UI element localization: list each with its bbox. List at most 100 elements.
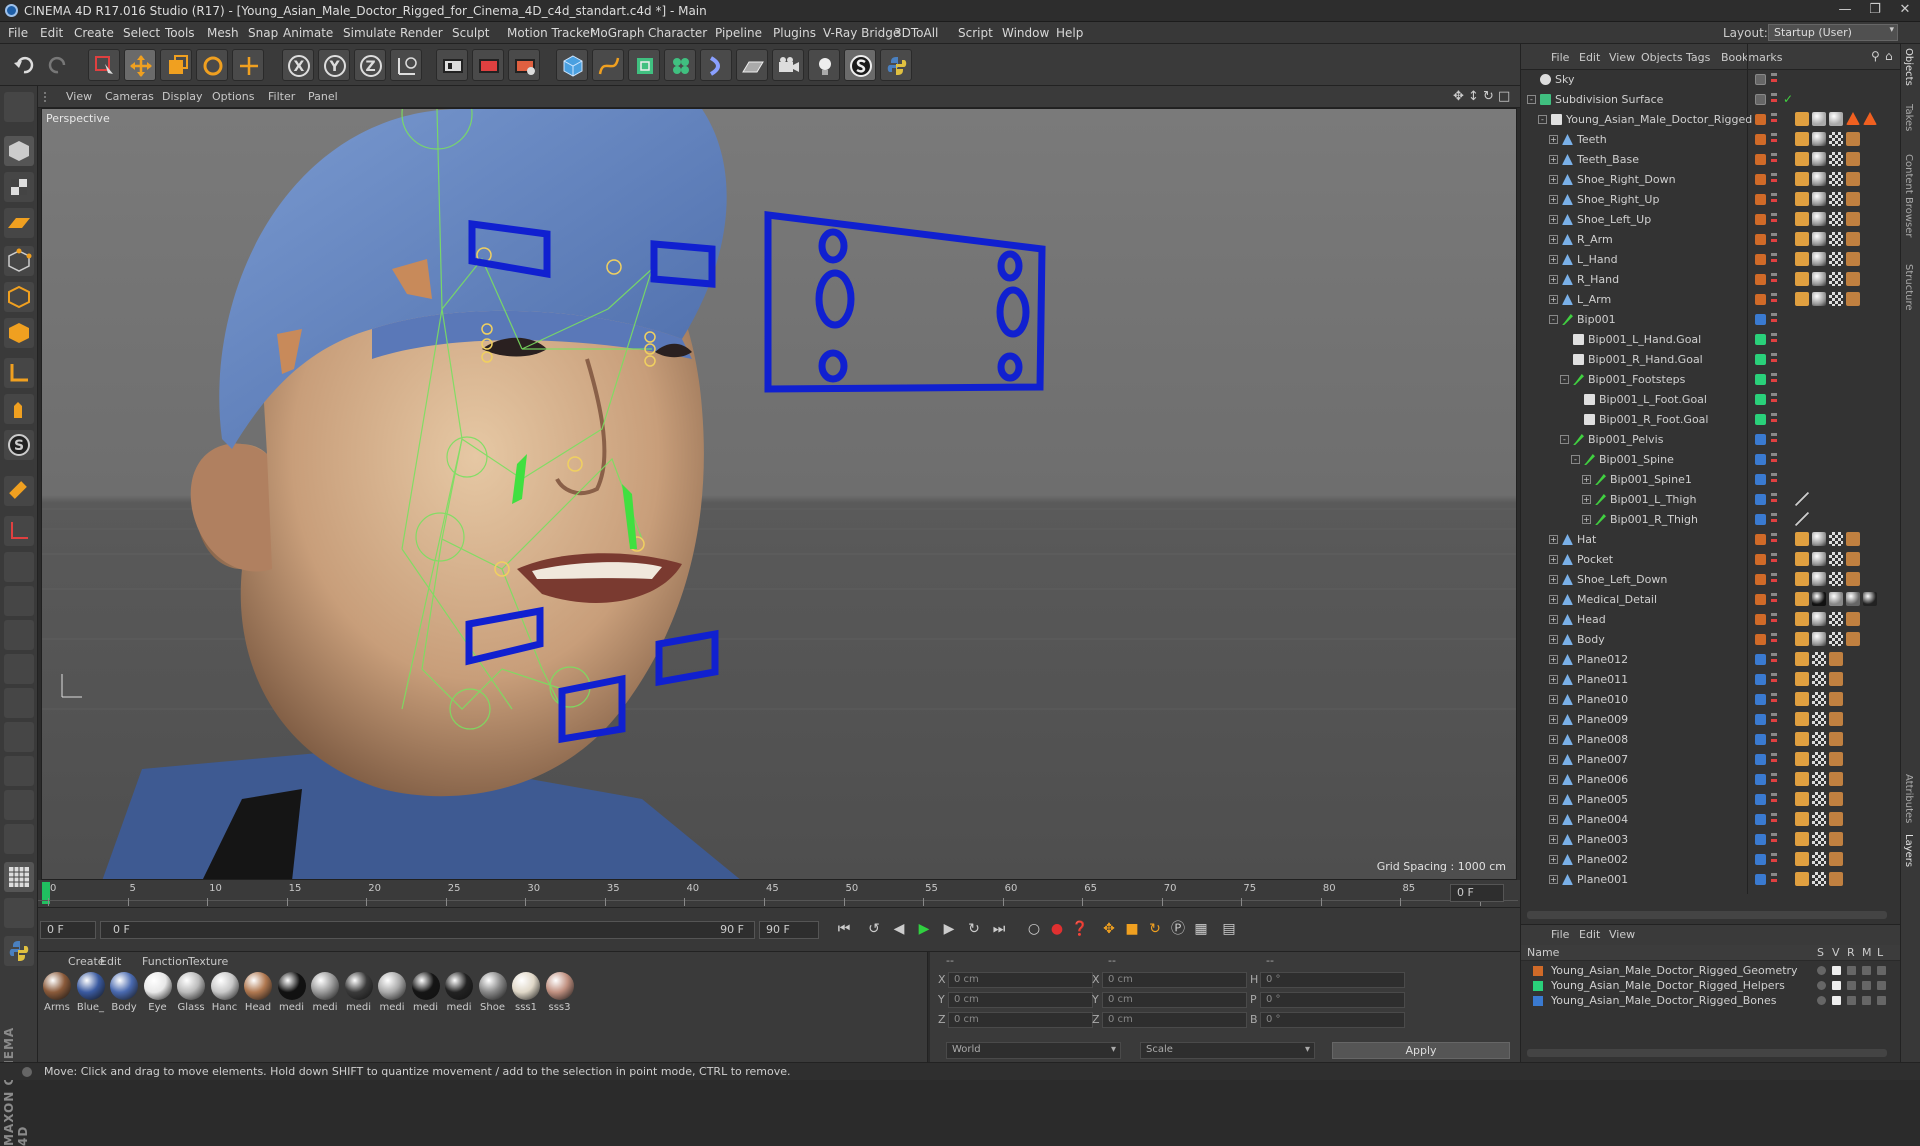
menu-3dtoall[interactable]: 3DToAll xyxy=(894,26,938,40)
workplane-mode-icon[interactable] xyxy=(4,208,34,238)
object-name[interactable]: Subdivision Surface xyxy=(1555,93,1663,106)
uvw-tag-icon[interactable] xyxy=(1812,772,1826,786)
layer-name[interactable]: Young_Asian_Male_Doctor_Rigged_Geometry xyxy=(1551,964,1798,977)
material-tag-icon[interactable] xyxy=(1812,232,1826,246)
object-row[interactable]: + Shoe_Left_Down xyxy=(1521,570,1901,590)
material-swatch[interactable]: medi xyxy=(411,972,441,1013)
object-name[interactable]: Plane008 xyxy=(1577,733,1628,746)
viewport-menu-options[interactable]: Options xyxy=(212,90,254,103)
object-row[interactable]: + L_Hand xyxy=(1521,250,1901,270)
brush-knife-icon[interactable] xyxy=(4,824,34,854)
python-script-icon[interactable] xyxy=(880,49,912,81)
uvw-tag-icon[interactable] xyxy=(1812,692,1826,706)
object-name[interactable]: Plane006 xyxy=(1577,773,1628,786)
selection-tag-icon[interactable] xyxy=(1829,672,1843,686)
close-button[interactable]: ✕ xyxy=(1890,2,1920,20)
key-parameter-icon[interactable]: Ⓟ xyxy=(1167,918,1189,940)
perspective-viewport[interactable]: Perspective Grid Spacing: 1000 cm xyxy=(41,108,1517,880)
object-row[interactable]: - Young_Asian_Male_Doctor_Rigged xyxy=(1521,110,1901,130)
collapse-icon[interactable]: - xyxy=(1560,435,1569,444)
object-name[interactable]: Bip001_Pelvis xyxy=(1588,433,1663,446)
layer-color-swatch[interactable] xyxy=(1533,996,1543,1006)
texture-tag-icon[interactable] xyxy=(1795,832,1809,846)
object-row[interactable]: + Teeth xyxy=(1521,130,1901,150)
object-name[interactable]: Shoe_Right_Down xyxy=(1577,173,1676,186)
visibility-toggle[interactable] xyxy=(1771,353,1777,365)
preview-frame-field[interactable]: 0 F xyxy=(1450,884,1504,902)
object-row[interactable]: - Bip001 xyxy=(1521,310,1901,330)
object-menu-edit[interactable]: Edit xyxy=(1579,51,1600,64)
cube-object-icon[interactable] xyxy=(556,49,588,81)
texture-tag-icon[interactable] xyxy=(1795,652,1809,666)
selection-tag-icon[interactable] xyxy=(1829,752,1843,766)
material-swatch[interactable]: Hanc xyxy=(210,972,240,1013)
checker-grid-icon[interactable] xyxy=(4,862,34,892)
object-row[interactable]: + Shoe_Right_Down xyxy=(1521,170,1901,190)
material-tag-icon[interactable] xyxy=(1812,252,1826,266)
expand-icon[interactable]: + xyxy=(1549,155,1558,164)
texture-tag-icon[interactable] xyxy=(1795,132,1809,146)
layer-color-swatch[interactable] xyxy=(1755,294,1766,305)
layer-toggle-icon[interactable] xyxy=(1832,981,1841,990)
collapse-icon[interactable]: - xyxy=(1538,115,1547,124)
previous-frame-icon[interactable]: ◀ xyxy=(888,918,910,940)
visibility-toggle[interactable] xyxy=(1771,373,1777,385)
layer-color-swatch[interactable] xyxy=(1755,774,1766,785)
visibility-toggle[interactable] xyxy=(1771,453,1777,465)
object-menu-file[interactable]: File xyxy=(1551,51,1569,64)
go-to-end-icon[interactable]: ⏭ xyxy=(988,918,1010,940)
object-name[interactable]: Teeth_Base xyxy=(1577,153,1639,166)
uvw-tag-icon[interactable] xyxy=(1812,832,1826,846)
object-name[interactable]: Teeth xyxy=(1577,133,1607,146)
layer-color-swatch[interactable] xyxy=(1755,114,1766,125)
expand-icon[interactable]: + xyxy=(1549,635,1558,644)
object-row[interactable]: + Plane009 xyxy=(1521,710,1901,730)
object-name[interactable]: R_Hand xyxy=(1577,273,1619,286)
expand-icon[interactable]: + xyxy=(1549,595,1558,604)
object-row[interactable]: - Bip001_Footsteps xyxy=(1521,370,1901,390)
object-row[interactable]: - Subdivision Surface ✓ xyxy=(1521,90,1901,110)
tweak-mode-icon[interactable] xyxy=(4,394,34,424)
workplane-axis-icon[interactable] xyxy=(4,516,34,546)
polygons-mode-icon[interactable] xyxy=(4,318,34,348)
expand-icon[interactable]: + xyxy=(1549,175,1558,184)
current-frame-field[interactable]: 0 F xyxy=(40,921,96,939)
expand-icon[interactable]: + xyxy=(1582,495,1591,504)
object-name[interactable]: L_Hand xyxy=(1577,253,1618,266)
maximize-button[interactable]: ❐ xyxy=(1860,2,1890,20)
material-swatch[interactable]: medi xyxy=(444,972,474,1013)
object-hscrollbar[interactable] xyxy=(1527,911,1887,919)
layer-toggle-icon[interactable] xyxy=(1877,966,1886,975)
visibility-toggle[interactable] xyxy=(1771,333,1777,345)
floor-icon[interactable] xyxy=(736,49,768,81)
menu-select[interactable]: Select xyxy=(123,26,160,40)
y-axis-lock-icon[interactable]: Y xyxy=(318,49,350,81)
keyframe-selection-icon[interactable]: ❓ xyxy=(1069,918,1091,940)
visibility-toggle[interactable] xyxy=(1771,813,1777,825)
visibility-toggle[interactable] xyxy=(1771,233,1777,245)
layer-column-v[interactable]: V xyxy=(1832,946,1840,959)
expand-icon[interactable]: + xyxy=(1549,835,1558,844)
layer-toggle-icon[interactable] xyxy=(1877,996,1886,1005)
layer-color-swatch[interactable] xyxy=(1755,314,1766,325)
layer-row[interactable]: Young_Asian_Male_Doctor_Rigged_Geometry xyxy=(1521,963,1901,978)
subdivision-surface-icon[interactable] xyxy=(628,49,660,81)
expand-icon[interactable]: + xyxy=(1549,135,1558,144)
side-tab-attributes[interactable]: Attributes xyxy=(1903,774,1914,823)
layer-color-swatch[interactable] xyxy=(1755,94,1766,105)
object-name[interactable]: Plane003 xyxy=(1577,833,1628,846)
layer-toggle-icon[interactable] xyxy=(1832,966,1841,975)
expand-icon[interactable]: + xyxy=(1549,755,1558,764)
layer-menu-edit[interactable]: Edit xyxy=(1579,928,1600,941)
visibility-toggle[interactable] xyxy=(1771,573,1777,585)
redo-button[interactable] xyxy=(42,49,74,81)
coord-value-field[interactable]: 0 cm xyxy=(948,972,1093,988)
texture-tag-icon[interactable] xyxy=(1795,772,1809,786)
warning-icon[interactable] xyxy=(1863,112,1877,125)
snap-icon[interactable]: S xyxy=(4,430,34,460)
sculpt-icon[interactable] xyxy=(844,49,876,81)
brush-pinch-icon[interactable] xyxy=(4,790,34,820)
object-name[interactable]: Bip001_Spine1 xyxy=(1610,473,1692,486)
visibility-toggle[interactable] xyxy=(1771,753,1777,765)
key-rotation-icon[interactable]: ↻ xyxy=(1144,918,1166,940)
